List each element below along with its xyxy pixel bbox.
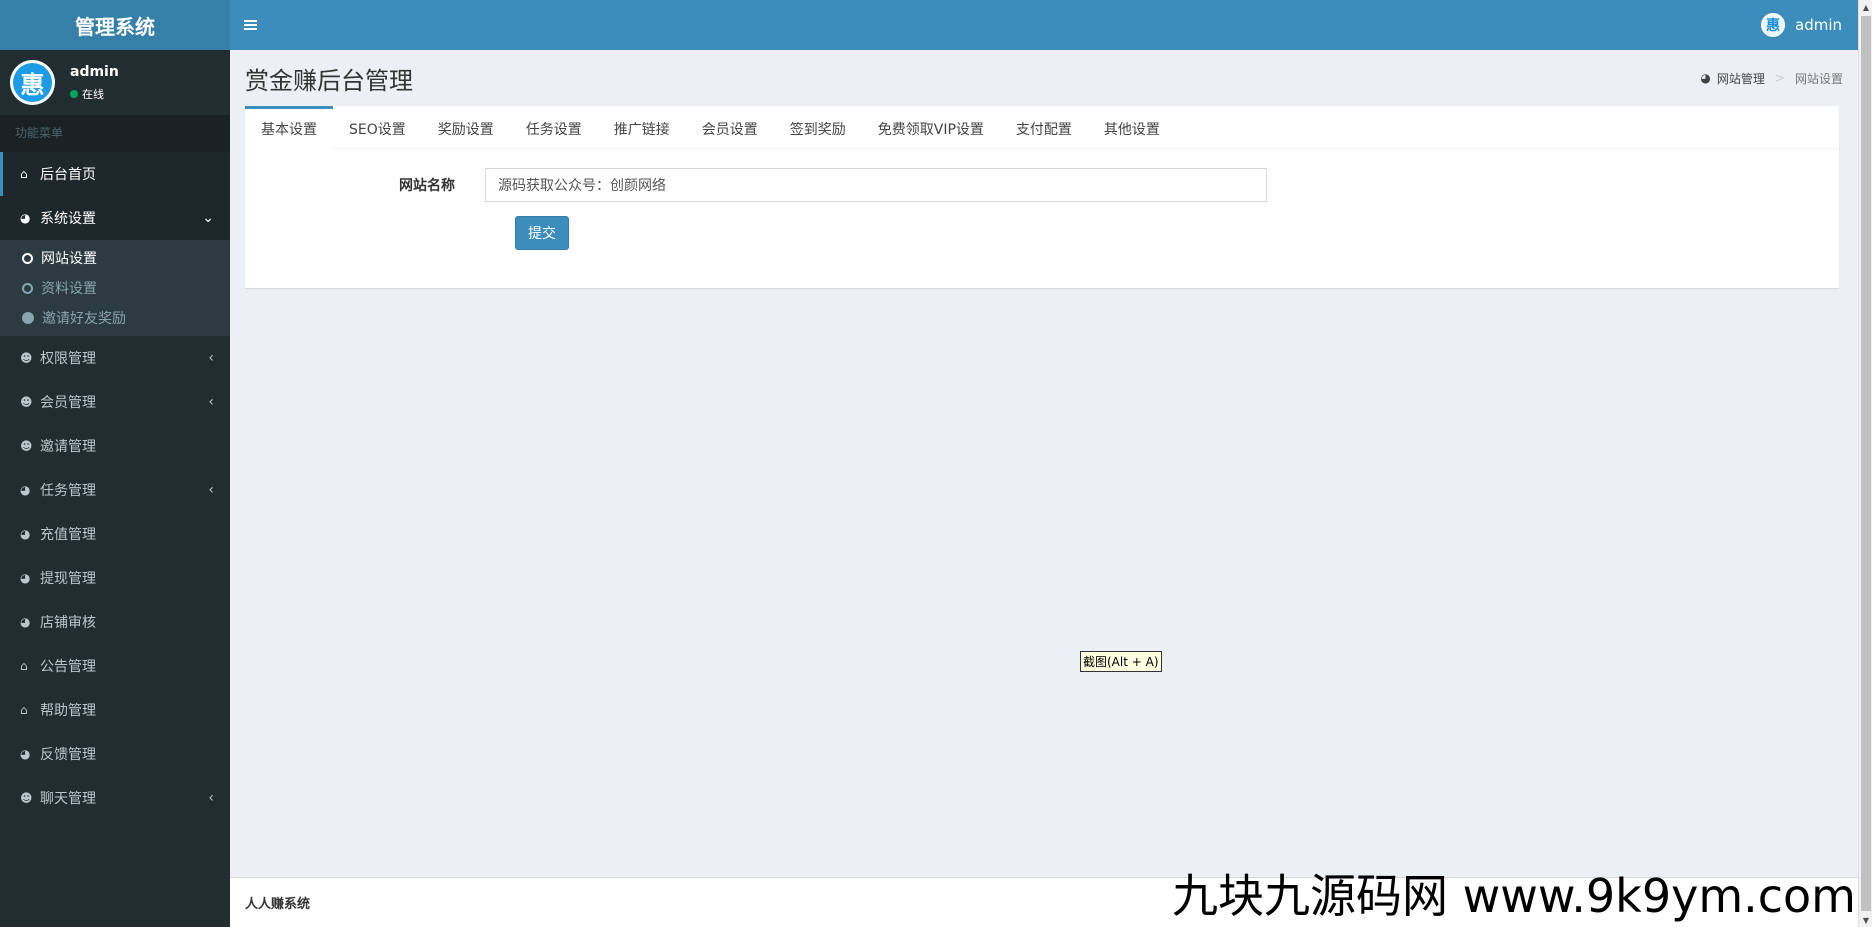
- dashboard-icon: ◕: [20, 615, 31, 629]
- screenshot-tooltip: 截图(Alt + A): [1080, 651, 1162, 672]
- tab-free-vip[interactable]: 免费领取VIP设置: [862, 106, 1000, 149]
- tab-seo[interactable]: SEO设置: [333, 106, 422, 149]
- tab-tasks[interactable]: 任务设置: [510, 106, 598, 149]
- chevron-left-icon: ‹: [208, 482, 214, 498]
- users-icon: ☻: [20, 395, 33, 409]
- dashboard-icon: ◕: [20, 527, 31, 541]
- sidebar: 惠 admin 在线 功能菜单 ⌂ 后台首页 ◕ 系统设置 ⌄ 网站设置 资料设置 …: [0, 50, 230, 927]
- scroll-down-icon[interactable]: ▼: [1859, 913, 1872, 927]
- submenu-item-invite-reward[interactable]: 邀请好友奖励: [0, 303, 230, 333]
- main-content: 赏金赚后台管理 ◕ 网站管理 > 网站设置 基本设置 SEO设置 奖励设置 任务…: [230, 50, 1858, 877]
- site-name-label: 网站名称: [399, 178, 455, 194]
- sidebar-item-invites[interactable]: ☻ 邀请管理: [0, 424, 230, 468]
- form-row-site-name: 网站名称: [245, 168, 1839, 202]
- top-navbar: 惠 admin: [230, 0, 1858, 50]
- dashboard-icon: ◕: [20, 211, 31, 225]
- dashboard-icon: ◕: [20, 747, 31, 761]
- circle-icon: [22, 252, 33, 264]
- hamburger-icon: [243, 24, 257, 26]
- breadcrumb-separator: >: [1774, 71, 1785, 85]
- home-icon: ⌂: [20, 659, 28, 673]
- sidebar-item-shop-review[interactable]: ◕ 店铺审核: [0, 600, 230, 644]
- content-header: 赏金赚后台管理 ◕ 网站管理 > 网站设置: [230, 50, 1858, 106]
- home-icon: ⌂: [20, 703, 28, 717]
- sidebar-item-members[interactable]: ☻ 会员管理 ‹: [0, 380, 230, 424]
- page-scrollbar[interactable]: ▲ ▼: [1858, 0, 1872, 927]
- username-label: admin: [1795, 16, 1842, 34]
- sidebar-item-recharge[interactable]: ◕ 充值管理: [0, 512, 230, 556]
- user-avatar: 惠: [10, 60, 55, 105]
- users-icon: ☻: [20, 791, 33, 805]
- breadcrumb-link[interactable]: 网站管理: [1717, 70, 1765, 87]
- tab-promo-links[interactable]: 推广链接: [598, 106, 686, 149]
- submenu-item-site-settings[interactable]: 网站设置: [0, 243, 230, 273]
- sidebar-item-announcements[interactable]: ⌂ 公告管理: [0, 644, 230, 688]
- user-menu[interactable]: 惠 admin: [1761, 13, 1858, 37]
- sidebar-toggle-button[interactable]: [230, 0, 270, 50]
- footer: 人人赚系统 九块九源码网 www.9k9ym.com: [230, 873, 1858, 927]
- dashboard-icon: ◕: [20, 483, 31, 497]
- tab-members[interactable]: 会员设置: [686, 106, 774, 149]
- avatar: 惠: [1761, 13, 1785, 37]
- dashboard-icon: ◕: [1700, 71, 1711, 85]
- settings-tabs: 基本设置 SEO设置 奖励设置 任务设置 推广链接 会员设置 签到奖励 免费领取…: [245, 106, 1839, 149]
- tab-other[interactable]: 其他设置: [1088, 106, 1176, 149]
- user-name: admin: [70, 63, 119, 80]
- dashboard-icon: ◕: [20, 571, 31, 585]
- submenu-item-profile-settings[interactable]: 资料设置: [0, 273, 230, 303]
- tab-payment[interactable]: 支付配置: [1000, 106, 1088, 149]
- scroll-up-icon[interactable]: ▲: [1859, 0, 1872, 14]
- menu-header: 功能菜单: [0, 115, 230, 152]
- watermark: 九块九源码网 www.9k9ym.com: [1172, 869, 1856, 923]
- chevron-down-icon: ⌄: [202, 210, 214, 226]
- sidebar-item-withdraw[interactable]: ◕ 提现管理: [0, 556, 230, 600]
- tab-rewards[interactable]: 奖励设置: [422, 106, 510, 149]
- circle-icon: [22, 282, 33, 294]
- logo-text: 管理系统: [75, 14, 155, 39]
- sidebar-item-permissions[interactable]: ☻ 权限管理 ‹: [0, 336, 230, 380]
- home-icon: ⌂: [20, 167, 28, 181]
- sidebar-item-chat[interactable]: ☻ 聊天管理 ‹: [0, 776, 230, 820]
- tab-checkin[interactable]: 签到奖励: [774, 106, 862, 149]
- online-dot-icon: [70, 89, 78, 98]
- sidebar-item-help[interactable]: ⌂ 帮助管理: [0, 688, 230, 732]
- scrollbar-thumb[interactable]: [1861, 16, 1871, 911]
- footer-text: 人人赚系统: [245, 897, 311, 912]
- chevron-left-icon: ‹: [208, 790, 214, 806]
- submit-button[interactable]: 提交: [515, 216, 569, 250]
- submenu-system-settings: 网站设置 资料设置 邀请好友奖励: [0, 240, 230, 336]
- sidebar-item-system-settings[interactable]: ◕ 系统设置 ⌄: [0, 196, 230, 240]
- user-status: 在线: [70, 86, 119, 102]
- users-icon: ☻: [20, 351, 33, 365]
- site-name-input[interactable]: [485, 168, 1267, 202]
- chevron-left-icon: ‹: [208, 350, 214, 366]
- settings-box: 基本设置 SEO设置 奖励设置 任务设置 推广链接 会员设置 签到奖励 免费领取…: [245, 106, 1839, 288]
- breadcrumb: ◕ 网站管理 > 网站设置: [1700, 70, 1843, 87]
- user-panel: 惠 admin 在线: [0, 50, 230, 115]
- users-icon: ☻: [20, 439, 33, 453]
- sidebar-item-tasks[interactable]: ◕ 任务管理 ‹: [0, 468, 230, 512]
- app-logo[interactable]: 管理系统: [0, 0, 230, 50]
- chevron-left-icon: ‹: [208, 394, 214, 410]
- tab-basic[interactable]: 基本设置: [245, 106, 333, 149]
- breadcrumb-current: 网站设置: [1794, 71, 1843, 86]
- sidebar-item-home[interactable]: ⌂ 后台首页: [0, 152, 230, 196]
- page-title: 赏金赚后台管理: [245, 66, 413, 95]
- user-circle-icon: [22, 312, 34, 324]
- sidebar-item-feedback[interactable]: ◕ 反馈管理: [0, 732, 230, 776]
